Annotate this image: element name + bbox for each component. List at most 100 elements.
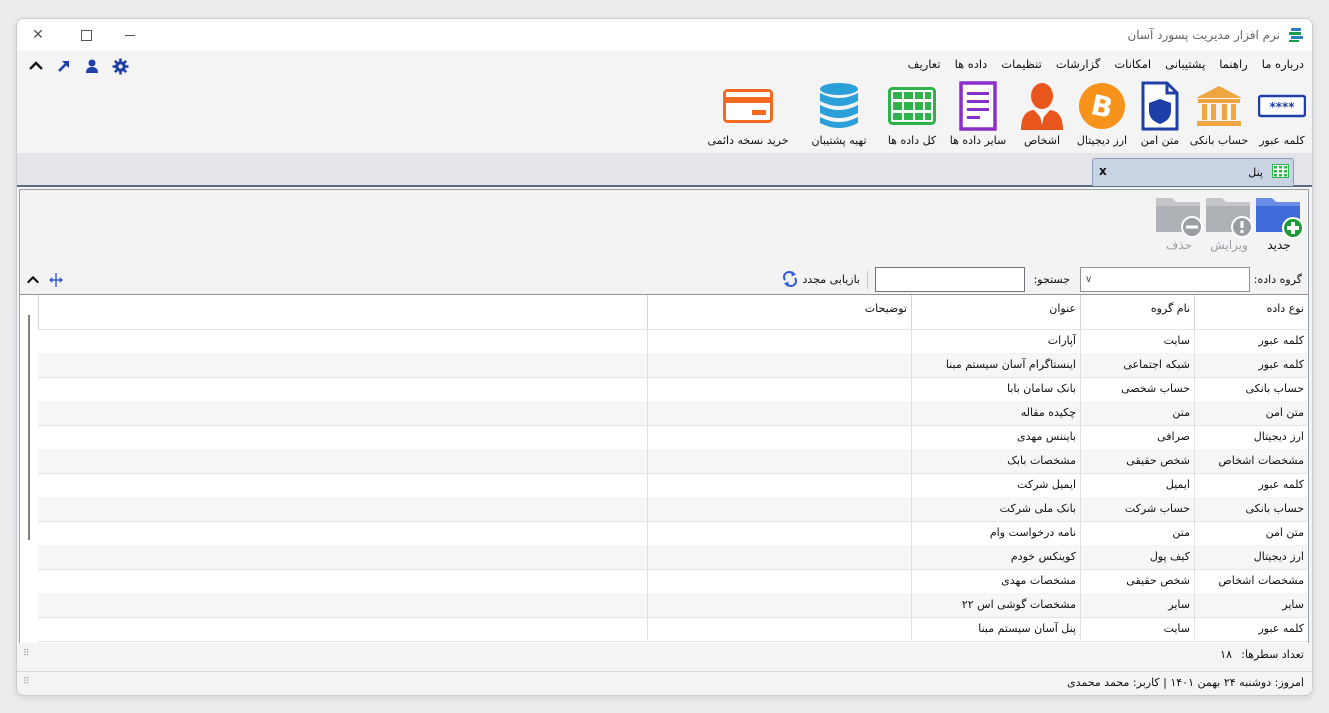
table-row[interactable]: متن امن متن چکیده مقاله [38, 401, 1308, 426]
cell-extra [38, 353, 647, 377]
cell-extra [38, 425, 647, 449]
menu-reports[interactable]: گزارشات [1056, 57, 1101, 71]
ribbon-password-button[interactable]: **** کلمه عبور [1252, 81, 1312, 147]
bitcoin-icon: B [1077, 81, 1127, 131]
title-bar: ✕ نرم افزار مدیریت پسورد آسان [17, 19, 1312, 51]
user-icon[interactable] [83, 57, 101, 75]
menu-settings[interactable]: تنظیمات [1001, 57, 1042, 71]
column-header-title[interactable]: عنوان [911, 295, 1080, 329]
table-row[interactable]: مشخصات اشخاص شخص حقیقی مشخصات مهدی [38, 569, 1308, 594]
close-window-button[interactable]: ✕ [23, 23, 53, 47]
group-label: گروه داده: [1253, 273, 1302, 286]
cell-group: شبکه اجتماعی [1080, 353, 1194, 377]
cell-title: بایننس مهدی [911, 425, 1080, 449]
gear-icon[interactable] [111, 57, 129, 75]
cell-description [647, 353, 911, 377]
window-title: نرم افزار مدیریت پسورد آسان [1127, 28, 1280, 42]
svg-text:****: **** [1269, 100, 1295, 114]
search-label: جستجو: [1033, 273, 1070, 286]
ribbon-persons-button[interactable]: اشخاص [1014, 81, 1070, 147]
ribbon-backup-button[interactable]: تهیه پشتیبان [804, 81, 874, 147]
grid-tools [26, 272, 64, 288]
menu-features[interactable]: امکانات [1114, 57, 1151, 71]
column-header-description[interactable]: توضیحات [647, 295, 911, 329]
filter-bar: گروه داده: ∨ جستجو: بازیابی مجدد [20, 266, 1308, 294]
menu-about[interactable]: درباره ما [1262, 57, 1304, 71]
cell-group: صرافی [1080, 425, 1194, 449]
cell-type: کلمه عبور [1194, 473, 1308, 497]
table-row[interactable]: سایر سایر مشخصات گوشی اس ۲۲ [38, 593, 1308, 618]
menu-tools [27, 57, 129, 75]
cell-type: سایر [1194, 593, 1308, 617]
column-header-group[interactable]: نام گروه [1080, 295, 1194, 329]
database-icon [814, 81, 864, 131]
cell-type: کلمه عبور [1194, 353, 1308, 377]
cell-description [647, 329, 911, 353]
table-row[interactable]: کلمه عبور شبکه اجتماعی اینستاگرام آسان سیس… [38, 353, 1308, 378]
ribbon-buy-license-button[interactable]: خرید نسخه دائمی [702, 81, 794, 147]
menu-support[interactable]: پشتیبانی [1165, 57, 1205, 71]
menu-definitions[interactable]: تعاریف [908, 57, 941, 71]
tab-label: پنل [1248, 166, 1263, 179]
reload-button[interactable]: بازیابی مجدد [782, 271, 860, 287]
app-logo-icon [1289, 28, 1303, 42]
cell-extra [38, 449, 647, 473]
grid-scrollbar[interactable] [28, 315, 30, 540]
cell-type: حساب بانکی [1194, 497, 1308, 521]
table-row[interactable]: متن امن متن نامه درخواست وام [38, 521, 1308, 546]
menu-help[interactable]: راهنما [1219, 57, 1247, 71]
cell-group: سایت [1080, 617, 1194, 641]
cell-group: کیف پول [1080, 545, 1194, 569]
cell-extra [38, 569, 647, 593]
table-row[interactable]: حساب بانکی حساب شخصی بانک سامان بابا [38, 377, 1308, 402]
resize-columns-icon[interactable] [48, 272, 64, 288]
cell-group: سایر [1080, 593, 1194, 617]
menu-data[interactable]: داده ها [955, 57, 988, 71]
credit-card-icon [723, 81, 773, 131]
cell-type: مشخصات اشخاص [1194, 449, 1308, 473]
tab-close-icon[interactable]: x [1099, 164, 1107, 178]
table-row[interactable]: ارز دیجیتال صرافی بایننس مهدی [38, 425, 1308, 450]
panel-toolbar: جدید ویرایش حذف [20, 190, 1308, 267]
table-row[interactable]: حساب بانکی حساب شرکت بانک ملی شرکت [38, 497, 1308, 522]
ribbon-secure-text-button[interactable]: متن امن [1134, 81, 1186, 147]
cell-group: حساب شرکت [1080, 497, 1194, 521]
refresh-icon [783, 271, 798, 287]
cell-description [647, 617, 911, 641]
row-count-value: ۱۸ [1220, 648, 1232, 661]
cell-extra [38, 593, 647, 617]
tab-strip: x پنل [17, 153, 1312, 187]
cell-description [647, 497, 911, 521]
chevron-up-icon[interactable] [27, 57, 45, 75]
minimize-window-button[interactable] [115, 23, 145, 47]
delete-button[interactable]: حذف [1154, 192, 1204, 252]
grid-table-icon [1272, 164, 1289, 178]
chevron-up-icon[interactable] [26, 273, 40, 287]
group-combobox[interactable]: ∨ [1080, 267, 1250, 292]
cell-extra [38, 545, 647, 569]
table-row[interactable]: کلمه عبور سایت پنل آسان سیستم مبنا [38, 617, 1308, 642]
search-input[interactable] [875, 267, 1025, 292]
cell-extra [38, 377, 647, 401]
edit-button[interactable]: ویرایش [1204, 192, 1254, 252]
cell-extra [38, 617, 647, 641]
ribbon-other-data-button[interactable]: سایر داده ها [942, 81, 1014, 147]
cell-type: متن امن [1194, 521, 1308, 545]
cell-group: حساب شخصی [1080, 377, 1194, 401]
ribbon-bank-account-button[interactable]: حساب بانکی [1184, 81, 1254, 147]
ribbon-all-data-button[interactable]: کل داده ها [884, 81, 940, 147]
maximize-window-button[interactable] [71, 23, 101, 47]
cell-extra [38, 497, 647, 521]
table-row[interactable]: مشخصات اشخاص شخص حقیقی مشخصات بابک [38, 449, 1308, 474]
menu-bar: تعاریف داده ها تنظیمات گزارشات امکانات پ… [17, 53, 1312, 77]
column-header-type[interactable]: نوع داده [1194, 295, 1308, 329]
table-row[interactable]: کلمه عبور ایمیل ایمیل شرکت [38, 473, 1308, 498]
tab-panel[interactable]: x پنل [1092, 158, 1294, 186]
table-row[interactable]: ارز دیجیتال کیف پول کوینکس خودم [38, 545, 1308, 570]
new-button[interactable]: جدید [1254, 192, 1304, 252]
cell-description [647, 377, 911, 401]
table-row[interactable]: کلمه عبور سایت آپارات [38, 329, 1308, 354]
arrow-up-right-icon[interactable] [55, 57, 73, 75]
cell-description [647, 473, 911, 497]
ribbon-crypto-button[interactable]: B ارز دیجیتال [1070, 81, 1134, 147]
